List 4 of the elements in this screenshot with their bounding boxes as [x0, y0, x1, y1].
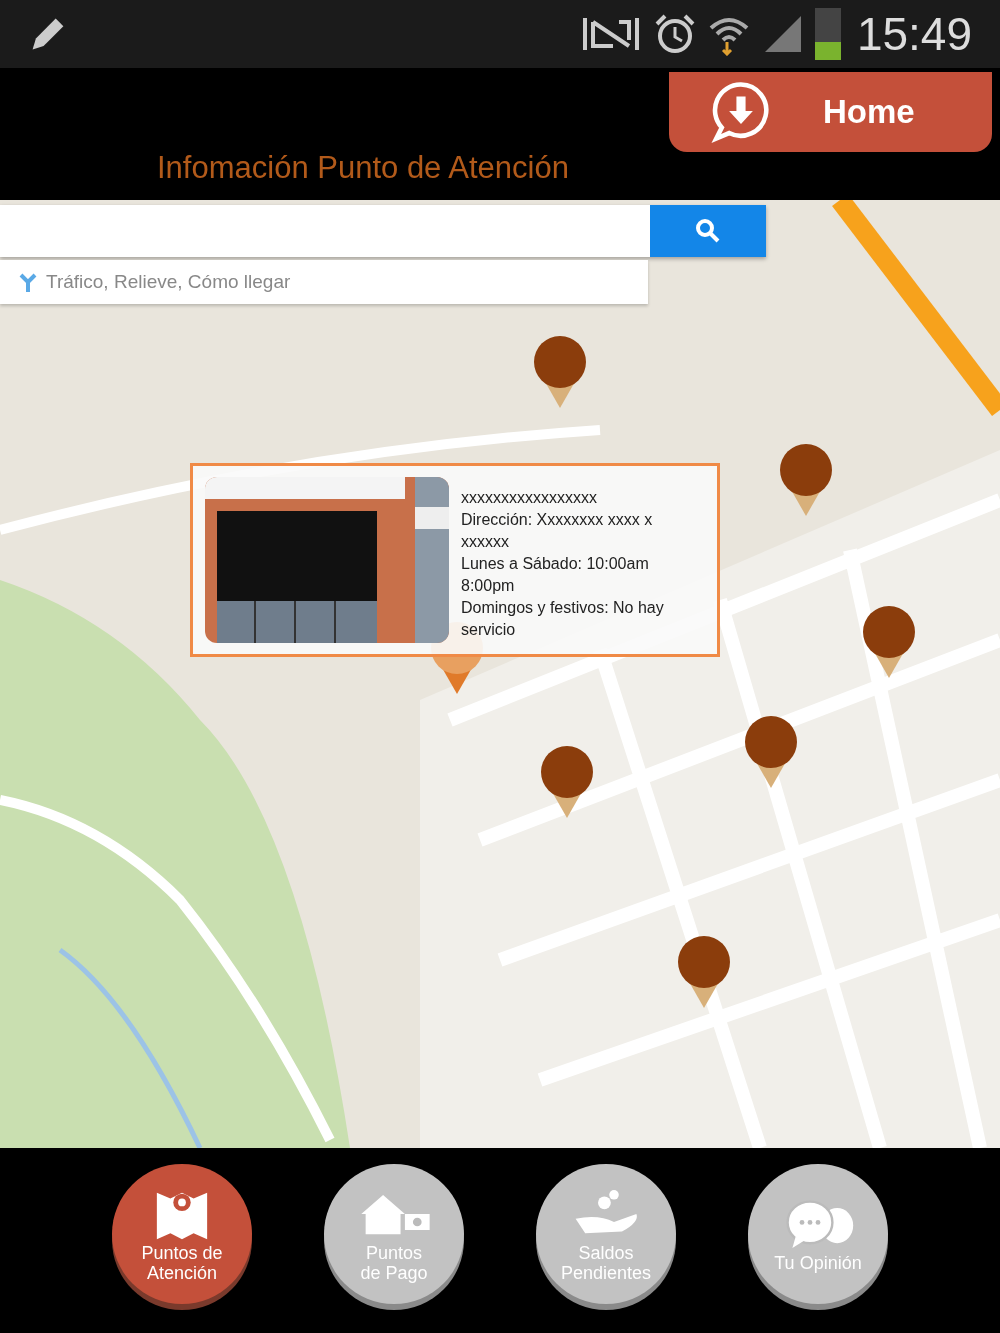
home-button[interactable]: Home — [669, 72, 992, 152]
page-title: Infomación Punto de Atención — [157, 150, 569, 186]
battery-icon — [814, 8, 841, 60]
clock-time: 15:49 — [856, 7, 972, 61]
